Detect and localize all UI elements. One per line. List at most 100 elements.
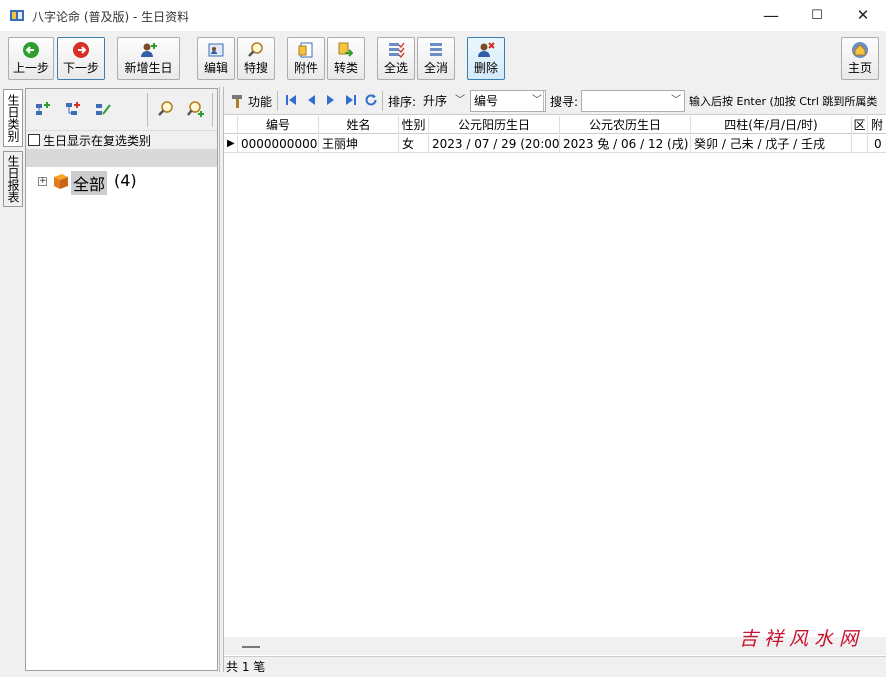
app-logo-icon xyxy=(10,10,24,21)
chevron-down-icon: ﹀ xyxy=(455,95,465,106)
special-search-label: 特搜 xyxy=(243,61,268,75)
select-all-label: 全选 xyxy=(383,61,408,75)
minimize-button[interactable]: — xyxy=(748,0,794,31)
prev-button[interactable]: 上一步 xyxy=(8,37,54,80)
deselect-all-icon xyxy=(430,43,442,56)
nav-divider xyxy=(382,91,383,111)
delete-button[interactable]: 删除 xyxy=(467,37,505,80)
prev-record-icon[interactable] xyxy=(304,93,318,107)
deselect-all-label: 全消 xyxy=(423,61,448,75)
column-header[interactable]: 四柱(年/月/日/时) xyxy=(691,116,852,134)
column-header[interactable]: 编号 xyxy=(238,116,319,134)
search-combobox[interactable]: ﹀ xyxy=(581,90,685,112)
column-header[interactable]: 性别 xyxy=(399,116,429,134)
toolbar-divider xyxy=(212,93,213,127)
hammer-icon xyxy=(232,95,242,108)
edit-button[interactable]: 编辑 xyxy=(197,37,235,80)
deselect-all-button[interactable]: 全消 xyxy=(417,37,455,80)
app-window: 八字论命 (普及版) - 生日资料 — ☐ ✕ 上一步 下一步 新增生日 编辑 … xyxy=(0,0,886,677)
nav-divider xyxy=(543,91,544,111)
tree-node-count: (4) xyxy=(114,171,137,190)
category-toolbar xyxy=(26,89,217,131)
row-header-corner xyxy=(224,116,238,134)
table-cell[interactable]: 0 xyxy=(868,135,886,153)
maximize-button[interactable]: ☐ xyxy=(794,0,840,31)
status-bar: 共 1 笔 xyxy=(224,656,886,677)
select-all-button[interactable]: 全选 xyxy=(377,37,415,80)
function-menu[interactable]: 功能 xyxy=(248,93,272,110)
category-header-bar xyxy=(26,149,217,167)
next-record-icon[interactable] xyxy=(324,93,338,107)
category-panel: 生日显示在复选类别 + 全部 (4) xyxy=(25,88,218,671)
home-button[interactable]: 主页 xyxy=(841,37,879,80)
prev-label: 上一步 xyxy=(12,61,49,75)
attachment-button[interactable]: 附件 xyxy=(287,37,325,80)
chevron-down-icon: ﹀ xyxy=(671,95,681,106)
show-in-multi-category-option[interactable]: 生日显示在复选类别 xyxy=(26,131,217,149)
close-button[interactable]: ✕ xyxy=(840,0,886,31)
record-count: 共 1 笔 xyxy=(226,660,266,674)
sort-field-select[interactable]: 编号 ﹀ xyxy=(470,90,546,112)
magnifier-icon xyxy=(248,42,263,57)
vertical-tab-strip: 生日类别 生日报表 xyxy=(0,87,24,677)
tab-birthday-category[interactable]: 生日类别 xyxy=(3,89,23,147)
last-record-icon[interactable] xyxy=(344,93,358,107)
table-cell[interactable]: 2023 / 07 / 29 (20:00) xyxy=(429,135,560,153)
column-header[interactable]: 公元阳历生日 xyxy=(429,116,560,134)
table-cell[interactable]: 王丽坤 xyxy=(319,135,399,153)
back-arrow-icon xyxy=(23,42,39,58)
sort-order-select[interactable]: 升序 ﹀ xyxy=(419,90,469,112)
special-search-button[interactable]: 特搜 xyxy=(237,37,275,80)
column-header[interactable]: 公元农历生日 xyxy=(560,116,691,134)
transfer-button[interactable]: 转类 xyxy=(327,37,365,80)
next-label: 下一步 xyxy=(62,61,99,75)
search-label: 搜寻: xyxy=(550,95,579,109)
edit-label: 编辑 xyxy=(203,61,228,75)
delete-label: 删除 xyxy=(473,61,498,75)
show-in-multi-category-label: 生日显示在复选类别 xyxy=(43,134,152,148)
select-all-icon xyxy=(389,42,405,58)
transfer-label: 转类 xyxy=(333,61,358,75)
refresh-icon[interactable] xyxy=(364,93,378,107)
tab-birthday-report[interactable]: 生日报表 xyxy=(3,151,23,207)
search-category-icon[interactable] xyxy=(157,100,175,118)
add-category-icon[interactable] xyxy=(34,100,52,118)
show-in-multi-category-checkbox[interactable] xyxy=(28,134,40,146)
column-header[interactable]: 区 xyxy=(852,116,868,134)
records-panel: 功能 排序: 升序 ﹀ 编号 ﹀ 搜寻: ﹀ 输入后按 Enter (加按 Ct… xyxy=(224,87,886,657)
forward-arrow-icon xyxy=(73,42,89,58)
first-record-icon[interactable] xyxy=(284,93,298,107)
table-cell[interactable] xyxy=(852,135,868,153)
add-birthday-button[interactable]: 新增生日 xyxy=(117,37,180,80)
records-navbar: 功能 排序: 升序 ﹀ 编号 ﹀ 搜寻: ﹀ 输入后按 Enter (加按 Ct… xyxy=(224,87,886,115)
chevron-down-icon: ﹀ xyxy=(532,95,542,106)
edit-category-icon[interactable] xyxy=(94,100,112,118)
tree-node-all[interactable]: 全部 xyxy=(71,171,108,195)
sort-order-value: 升序 xyxy=(423,94,448,108)
sort-label: 排序: xyxy=(388,95,417,109)
delete-user-icon xyxy=(478,42,495,57)
add-user-icon xyxy=(140,43,157,57)
add-subcategory-icon[interactable] xyxy=(64,100,82,118)
tree-expander[interactable]: + xyxy=(38,177,47,186)
table-cell[interactable]: 癸卯 / 己未 / 戊子 / 壬戌 xyxy=(691,135,852,153)
search-hint: 输入后按 Enter (加按 Ctrl 跳到所属类 xyxy=(689,95,878,108)
watermark: 吉祥风水网 xyxy=(738,628,864,650)
column-header[interactable]: 附 xyxy=(868,116,886,134)
row-pointer-icon: ▶ xyxy=(224,135,238,153)
window-title: 八字论命 (普及版) - 生日资料 xyxy=(32,10,190,24)
home-icon xyxy=(852,42,868,58)
home-label: 主页 xyxy=(847,61,872,75)
table-cell[interactable]: 0000000000 xyxy=(238,135,319,153)
next-button[interactable]: 下一步 xyxy=(57,37,105,80)
attachment-icon xyxy=(298,42,313,58)
main-toolbar: 上一步 下一步 新增生日 编辑 特搜 附件 转类 全选 全消 删除 主页 xyxy=(0,31,886,83)
search-next-icon[interactable] xyxy=(187,100,205,118)
table-cell[interactable]: 2023 兔 / 06 / 12 (戌) xyxy=(560,135,691,153)
table-cell[interactable]: 女 xyxy=(399,135,429,153)
title-bar: 八字论命 (普及版) - 生日资料 — ☐ ✕ xyxy=(0,0,886,31)
scrollbar-thumb[interactable] xyxy=(242,646,260,648)
column-header[interactable]: 姓名 xyxy=(319,116,399,134)
attachment-label: 附件 xyxy=(293,61,318,75)
transfer-icon xyxy=(338,42,354,57)
